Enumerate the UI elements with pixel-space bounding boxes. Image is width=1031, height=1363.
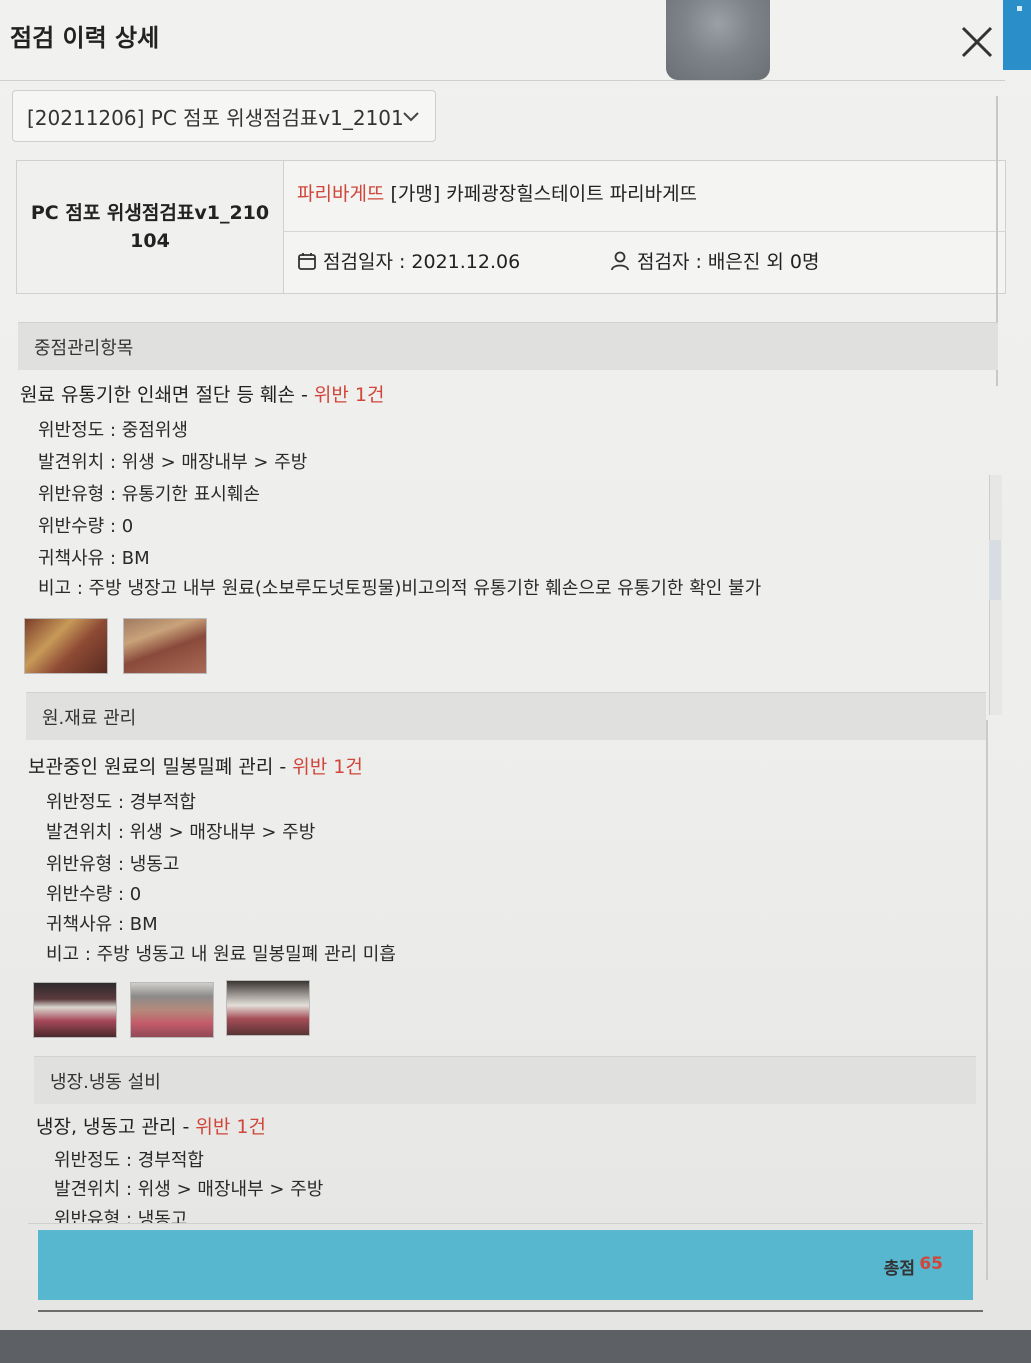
detail-location: 발견위치 : 위생 > 매장내부 > 주방 xyxy=(54,1179,324,1200)
item-title: 냉장, 냉동고 관리 - 위반 1건 xyxy=(36,1112,266,1139)
side-tab[interactable] xyxy=(1003,0,1031,70)
detail-severity: 위반정도 : 중점위생 xyxy=(38,420,188,441)
calendar-icon xyxy=(298,252,316,270)
chevron-down-icon xyxy=(403,112,419,122)
inspection-select[interactable]: [20211206] PC 점포 위생점검표v1_2101 xyxy=(12,90,436,142)
total-value: 65 xyxy=(919,1254,943,1274)
inspection-date: 점검일자 : 2021.12.06 xyxy=(297,247,520,274)
inspector: 점검자 : 배은진 외 0명 xyxy=(609,247,820,274)
evidence-photo[interactable] xyxy=(123,618,207,674)
detail-quantity: 위반수량 : 0 xyxy=(38,516,134,537)
section-header: 냉장.냉동 설비 xyxy=(34,1056,976,1104)
device-bezel xyxy=(0,1330,1031,1363)
evidence-photo[interactable] xyxy=(24,618,108,674)
scrollbar-thumb[interactable] xyxy=(989,540,1001,600)
total-label: 총점 xyxy=(883,1259,915,1279)
detail-remark: 비고 : 주방 냉동고 내 원료 밀봉밀폐 관리 미흡 xyxy=(46,944,396,965)
divider xyxy=(28,1223,983,1224)
inspector-text: 점검자 : 배은진 외 0명 xyxy=(637,251,820,273)
divider xyxy=(38,1300,983,1312)
detail-location: 발견위치 : 위생 > 매장내부 > 주방 xyxy=(38,452,308,473)
divider xyxy=(0,80,1005,81)
item-title-text: 원료 유통기한 인쇄면 절단 등 훼손 - xyxy=(20,384,314,406)
item-title: 원료 유통기한 인쇄면 절단 등 훼손 - 위반 1건 xyxy=(20,380,384,407)
detail-type: 위반유형 : 냉동고 xyxy=(46,854,180,875)
select-value: [20211206] PC 점포 위생점검표v1_2101 xyxy=(27,105,404,130)
detail-remark: 비고 : 주방 냉장고 내부 원료(소보루도넛토핑물)비고의적 유통기한 훼손으… xyxy=(38,578,762,599)
user-icon xyxy=(611,251,629,270)
evidence-photo[interactable] xyxy=(130,982,214,1038)
camera-notch xyxy=(666,0,770,80)
evidence-photo[interactable] xyxy=(226,980,310,1036)
store-name: [가맹] 카페광장힐스테이트 파리바게뜨 xyxy=(384,183,698,205)
item-title-text: 냉장, 냉동고 관리 - xyxy=(36,1116,196,1138)
detail-cause: 귀책사유 : BM xyxy=(38,548,150,569)
detail-type: 위반유형 : 유통기한 표시훼손 xyxy=(38,484,260,505)
brand-label: 파리바게뜨 xyxy=(297,183,385,205)
detail-type: 위반유형 : 냉동고 xyxy=(54,1209,188,1223)
item-title: 보관중인 원료의 밀봉밀폐 관리 - 위반 1건 xyxy=(28,752,363,779)
violation-count: 위반 1건 xyxy=(313,384,385,406)
violation-count: 위반 1건 xyxy=(292,756,363,778)
inspection-info: PC 점포 위생점검표v1_210104 파리바게뜨 [가맹] 카페광장힐스테이… xyxy=(16,160,1006,294)
inspection-date-text: 점검일자 : 2021.12.06 xyxy=(323,251,521,273)
close-button[interactable] xyxy=(955,20,999,64)
divider xyxy=(284,231,1006,232)
checklist-name: PC 점포 위생점검표v1_210104 xyxy=(30,202,270,252)
detail-quantity: 위반수량 : 0 xyxy=(46,884,142,905)
evidence-photo[interactable] xyxy=(33,982,117,1038)
violation-count: 위반 1건 xyxy=(195,1116,266,1138)
close-icon xyxy=(961,26,993,58)
store-line: 파리바게뜨 [가맹] 카페광장힐스테이트 파리바게뜨 xyxy=(297,179,697,206)
section-header: 중점관리항목 xyxy=(18,322,998,370)
detail-cause: 귀책사유 : BM xyxy=(46,914,158,935)
scroll-line xyxy=(986,720,988,1280)
inspection-history-modal: 점검 이력 상세 [20211206] PC 점포 위생점검표v1_2101 P… xyxy=(0,0,1031,1363)
item-title-text: 보관중인 원료의 밀봉밀폐 관리 - xyxy=(28,756,293,778)
checklist-name-cell: PC 점포 위생점검표v1_210104 xyxy=(17,161,284,293)
total-score-bar: 총점 65 xyxy=(38,1230,973,1300)
page-title: 점검 이력 상세 xyxy=(10,24,160,52)
section-header: 원.재료 관리 xyxy=(26,692,986,740)
detail-location: 발견위치 : 위생 > 매장내부 > 주방 xyxy=(46,822,316,843)
detail-severity: 위반정도 : 경부적합 xyxy=(54,1150,204,1171)
detail-severity: 위반정도 : 경부적합 xyxy=(46,792,196,813)
